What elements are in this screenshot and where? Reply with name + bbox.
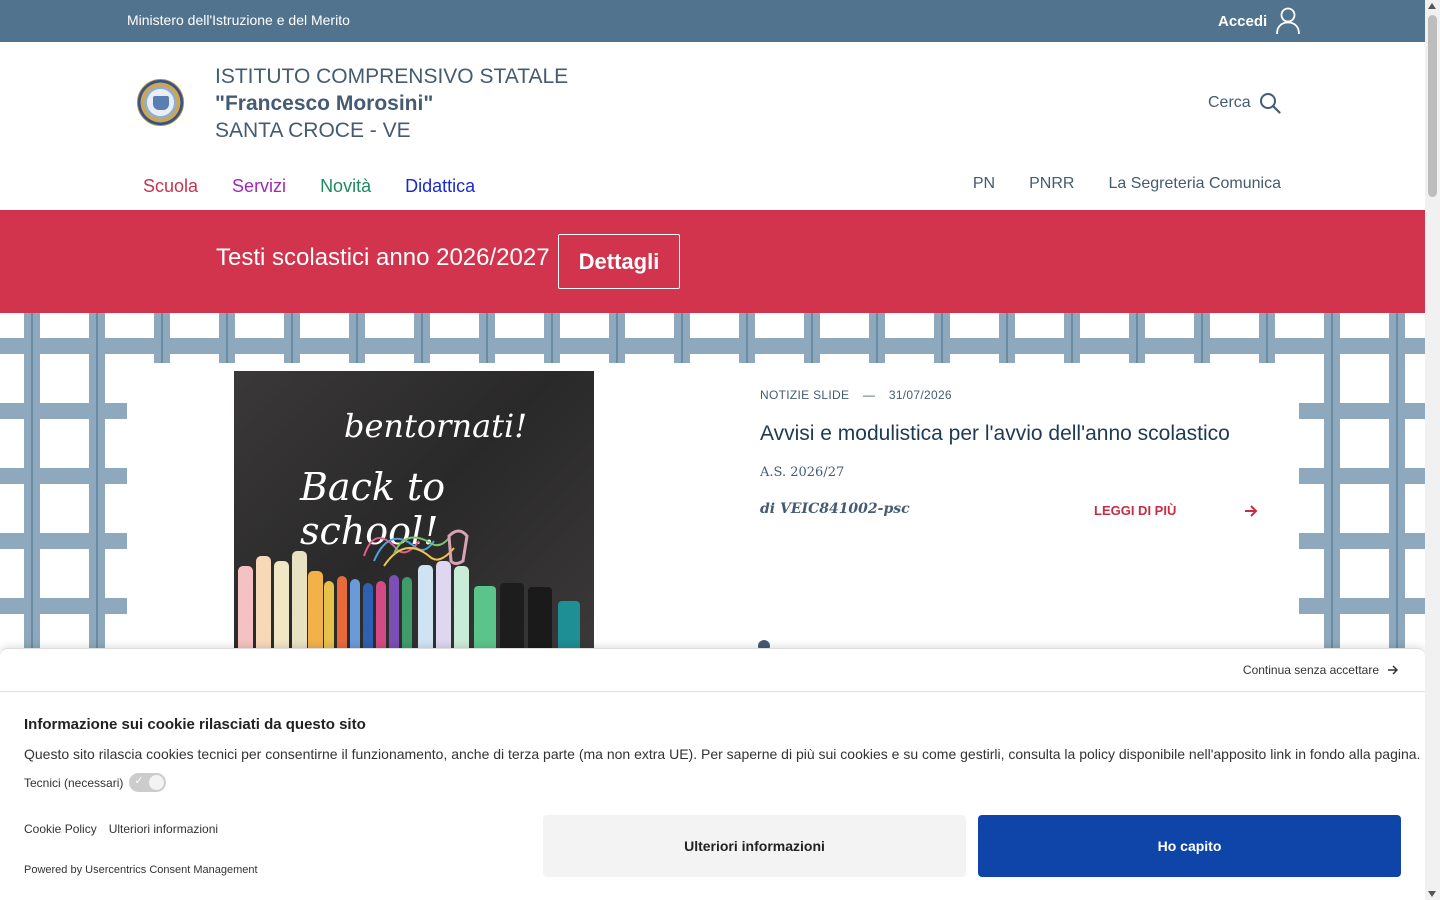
powered-by-text: Powered by Usercentrics Consent Manageme… bbox=[24, 864, 258, 876]
slide-date: 31/07/2026 bbox=[888, 388, 952, 402]
cookie-banner: Continua senza accettare Informazione su… bbox=[0, 648, 1425, 900]
user-icon bbox=[1276, 7, 1301, 35]
technical-cookies-row: Tecnici (necessari) bbox=[24, 773, 167, 792]
technical-cookies-label: Tecnici (necessari) bbox=[24, 775, 124, 790]
search-icon bbox=[1259, 93, 1281, 114]
scroll-up-icon[interactable] bbox=[1428, 3, 1436, 9]
main-navbar: Scuola Servizi Novità Didattica PN PNRR … bbox=[0, 162, 1425, 210]
scrollbar-thumb[interactable] bbox=[1428, 15, 1437, 197]
arrow-right-icon bbox=[1245, 504, 1258, 517]
cookie-divider bbox=[0, 691, 1425, 692]
login-button[interactable]: Accedi bbox=[1218, 7, 1301, 35]
read-more-label: LEGGI DI PIÙ bbox=[1094, 503, 1177, 518]
nav-item-scuola[interactable]: Scuola bbox=[143, 176, 198, 197]
search-label: Cerca bbox=[1208, 94, 1251, 111]
school-name-line1: ISTITUTO COMPRENSIVO STATALE bbox=[215, 65, 569, 88]
pens-illustration bbox=[234, 531, 594, 650]
nav-secondary: PN PNRR La Segreteria Comunica bbox=[973, 175, 1281, 193]
site-header: ISTITUTO COMPRENSIVO STATALE "Francesco … bbox=[0, 42, 1425, 162]
slide-title[interactable]: Avvisi e modulistica per l'avvio dell'an… bbox=[760, 422, 1230, 446]
more-info-button[interactable]: Ulteriori informazioni bbox=[543, 815, 966, 877]
accept-button[interactable]: Ho capito bbox=[978, 815, 1401, 877]
cookie-description: Questo sito rilascia cookies tecnici per… bbox=[24, 746, 1421, 762]
slide-card: bentornati! Back to school! NOTIZIE SLID… bbox=[127, 363, 1299, 650]
slide-author: di VEIC841002-psc bbox=[760, 501, 910, 517]
continue-label: Continua senza accettare bbox=[1242, 663, 1379, 677]
cookie-links: Cookie Policy Ulteriori informazioni bbox=[24, 822, 218, 836]
nav-item-didattica[interactable]: Didattica bbox=[405, 176, 475, 197]
banner-text: Testi scolastici anno 2026/2027 bbox=[216, 244, 550, 271]
scroll-down-icon[interactable] bbox=[1428, 891, 1436, 897]
read-more-link[interactable]: LEGGI DI PIÙ bbox=[1094, 503, 1258, 518]
slide-meta-separator: — bbox=[862, 388, 876, 402]
banner-details-button[interactable]: Dettagli bbox=[558, 234, 680, 289]
nav-item-pn[interactable]: PN bbox=[973, 175, 995, 193]
school-logo[interactable] bbox=[137, 79, 184, 126]
ministry-link[interactable]: Ministero dell'Istruzione e del Merito bbox=[127, 12, 350, 28]
more-info-link[interactable]: Ulteriori informazioni bbox=[109, 822, 218, 836]
nav-item-servizi[interactable]: Servizi bbox=[232, 176, 286, 197]
alert-banner: Testi scolastici anno 2026/2027 Dettagli bbox=[0, 210, 1425, 313]
nav-item-pnrr[interactable]: PNRR bbox=[1029, 175, 1074, 193]
slide-subtitle: A.S. 2026/27 bbox=[760, 465, 845, 480]
technical-cookies-toggle[interactable] bbox=[129, 773, 167, 792]
slide-category[interactable]: NOTIZIE SLIDE bbox=[760, 388, 849, 402]
arrow-right-icon bbox=[1388, 665, 1399, 675]
slide-meta: NOTIZIE SLIDE — 31/07/2026 bbox=[760, 388, 952, 402]
cookie-policy-link[interactable]: Cookie Policy bbox=[24, 822, 97, 836]
nav-item-novita[interactable]: Novità bbox=[320, 176, 371, 197]
school-name-line2: "Francesco Morosini" bbox=[215, 92, 434, 115]
school-name-line3: SANTA CROCE - VE bbox=[215, 119, 411, 142]
login-label: Accedi bbox=[1218, 12, 1268, 30]
slide-image[interactable]: bentornati! Back to school! bbox=[234, 371, 594, 650]
nav-main: Scuola Servizi Novità Didattica bbox=[143, 176, 475, 197]
slide-image-text-1: bentornati! bbox=[344, 407, 528, 445]
search-button[interactable]: Cerca bbox=[1208, 92, 1281, 114]
page-scrollbar[interactable] bbox=[1425, 0, 1440, 900]
top-bar: Ministero dell'Istruzione e del Merito A… bbox=[0, 0, 1425, 42]
cookie-title: Informazione sui cookie rilasciati da qu… bbox=[24, 716, 366, 733]
nav-item-segreteria[interactable]: La Segreteria Comunica bbox=[1108, 175, 1281, 193]
continue-without-accepting-button[interactable]: Continua senza accettare bbox=[1243, 663, 1399, 677]
school-name[interactable]: ISTITUTO COMPRENSIVO STATALE "Francesco … bbox=[215, 63, 568, 144]
